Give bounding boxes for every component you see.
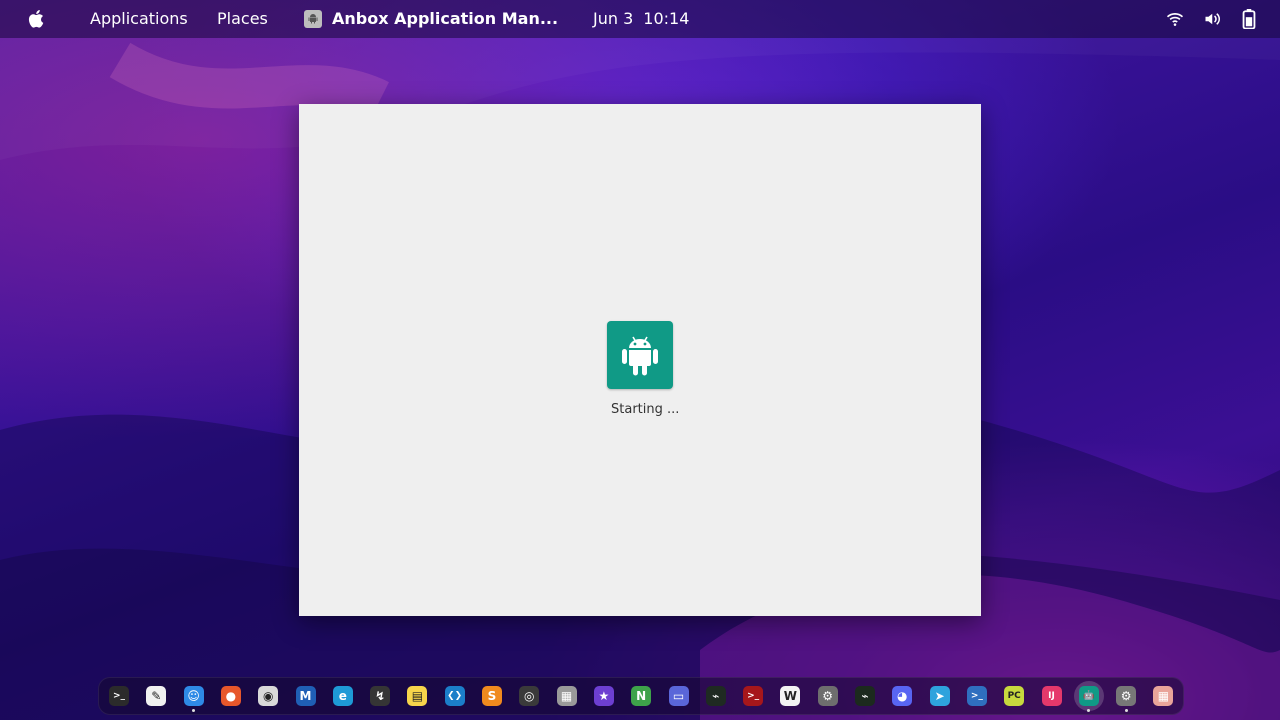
active-app-menu[interactable]: Anbox Application Man... [304,9,558,28]
dock: >_ ✎ ☺ ● ◉ Me ↯ ▤ ❮❯ S ◎ ▦ ★ N ▭ ⌁ >_ W ⚙ ⌁ ◕ ➤ >_ PC IJ 🤖 ⚙ ▦ [98,677,1184,715]
dock-chrome-icon[interactable]: ◉ [258,686,279,706]
dock-terminus-icon[interactable]: >_ [743,686,764,706]
dock-app-grid-icon[interactable]: ▦ [1153,686,1174,706]
dock-screen-recorder-icon[interactable]: ▭ [668,686,689,706]
app-splash-tile [607,321,673,389]
dock-running-indicator [1124,709,1128,712]
dock-settings-icon[interactable]: ⚙ [817,686,838,706]
loading-status: Starting ... [611,402,680,417]
dock-text-editor-icon[interactable]: ✎ [146,686,167,706]
dock-notes-icon[interactable]: ▤ [407,686,428,706]
dock-intellij-icon[interactable]: IJ [1041,686,1062,706]
applications-menu[interactable]: Applications [90,9,188,29]
dock-running-indicator [1087,709,1091,712]
dock-powershell-icon[interactable]: >_ [966,686,987,706]
android-icon [622,336,658,376]
dock-chess-icon[interactable]: ▦ [556,686,577,706]
dock-discord-icon[interactable]: ◕ [892,686,913,706]
dock-preferences-icon[interactable]: ⚙ [1116,686,1137,706]
dock-sublime-text-icon[interactable]: S [482,686,502,706]
dock-sublime-merge-icon[interactable]: ↯ [370,686,391,706]
dock-finder-icon[interactable]: ☺ [183,686,204,706]
dock-terminal-icon[interactable]: >_ [109,686,129,706]
top-bar: Applications Places Anbox Application Ma… [0,0,1280,38]
dock-activity-monitor-icon[interactable]: ⌁ [705,686,726,706]
dock-system-monitor-icon[interactable]: ⌁ [855,686,875,706]
dock-telegram-icon[interactable]: ➤ [929,686,950,706]
dock-running-indicator [192,709,196,712]
clock-time: 10:14 [643,9,690,28]
dock-imovie-icon[interactable]: ★ [593,686,614,706]
dock-edge-icon[interactable]: e [332,686,353,706]
volume-icon[interactable] [1204,11,1222,27]
anbox-window[interactable]: Starting ... [299,104,981,616]
wifi-icon[interactable] [1166,11,1184,27]
system-tray[interactable] [1166,9,1256,29]
dock-firefox-icon[interactable]: ● [220,686,241,706]
dock-mailspring-icon[interactable]: M [295,686,316,706]
dock-neovim-icon[interactable]: N [631,686,652,706]
dock-pycharm-icon[interactable]: PC [1004,686,1025,706]
places-menu[interactable]: Places [217,9,268,29]
dock-wikipedia-icon[interactable]: W [780,686,801,706]
battery-icon[interactable] [1242,9,1256,29]
clock[interactable]: Jun 3 10:14 [593,9,689,28]
dock-obs-icon[interactable]: ◎ [519,686,540,706]
android-icon [304,9,322,28]
dock-anbox-icon[interactable]: 🤖 [1078,686,1099,706]
active-app-title: Anbox Application Man... [332,9,559,28]
apple-icon[interactable] [26,7,48,31]
clock-date: Jun 3 [593,9,634,28]
dock-vscode-icon[interactable]: ❮❯ [444,686,465,706]
